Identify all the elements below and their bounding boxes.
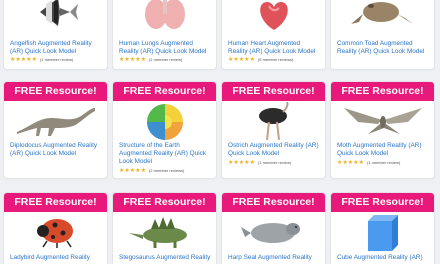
rating: ★ ★ ★ ★ ★ (1 member review) bbox=[119, 57, 182, 63]
star-rating: ★ ★ ★ ★ ★ bbox=[228, 160, 255, 166]
card-title[interactable]: Structure of the Earth Augmented Reality… bbox=[119, 142, 212, 166]
lungs-icon bbox=[113, 0, 216, 29]
free-resource-banner: FREE Resource! bbox=[4, 82, 107, 101]
resource-card-lungs[interactable]: Human Lungs Augmented Reality (AR) Quick… bbox=[113, 0, 216, 69]
rating: ★ ★ ★ ★ ★ (1 member review) bbox=[228, 160, 291, 166]
card-title[interactable]: Harp Seal Augmented Reality bbox=[228, 254, 321, 262]
free-resource-banner: FREE Resource! bbox=[331, 82, 434, 101]
review-count[interactable]: (1 member review) bbox=[367, 160, 400, 166]
resource-card-ostrich[interactable]: FREE Resource! Ostrich Augmented Reality… bbox=[222, 82, 325, 178]
star-icon: ★ bbox=[249, 159, 255, 166]
star-icon: ★ bbox=[31, 56, 37, 63]
review-count[interactable]: (1 member review) bbox=[258, 160, 291, 166]
card-title[interactable]: Moth Augmented Reality (AR) Quick Look M… bbox=[337, 142, 430, 158]
resource-card-heart[interactable]: Human Heart Augmented Reality (AR) Quick… bbox=[222, 0, 325, 69]
rating: ★ ★ ★ ★ ★ (2 member reviews) bbox=[119, 168, 184, 174]
free-resource-banner: FREE Resource! bbox=[113, 82, 216, 101]
toad-icon bbox=[331, 0, 434, 28]
card-title[interactable]: Ladybird Augmented Reality bbox=[10, 254, 103, 262]
star-rating: ★ ★ ★ ★ ★ bbox=[119, 57, 146, 63]
cube-icon bbox=[331, 213, 434, 251]
star-icon: ★ bbox=[140, 167, 146, 174]
star-rating: ★ ★ ★ ★ ★ bbox=[10, 57, 37, 63]
rating: ★ ★ ★ ★ ★ (1 member review) bbox=[10, 57, 73, 63]
ladybird-icon bbox=[4, 213, 107, 249]
angelfish-icon bbox=[4, 0, 107, 26]
resource-card-cube[interactable]: FREE Resource! Cube Augmented Reality (A… bbox=[331, 193, 434, 264]
stegosaurus-icon bbox=[113, 213, 216, 249]
resource-card-moth[interactable]: FREE Resource! Moth Augmented Reality (A… bbox=[331, 82, 434, 178]
resource-card-harp-seal[interactable]: FREE Resource! Harp Seal Augmented Reali… bbox=[222, 193, 325, 264]
moth-icon bbox=[331, 102, 434, 138]
harp-seal-icon bbox=[222, 213, 325, 249]
card-title[interactable]: Ostrich Augmented Reality (AR) Quick Loo… bbox=[228, 142, 321, 158]
star-rating: ★ ★ ★ ★ ★ bbox=[337, 160, 364, 166]
star-icon: ★ bbox=[358, 159, 364, 166]
card-title[interactable]: Stegosaurus Augmented Reality bbox=[119, 254, 212, 262]
resource-card-ladybird[interactable]: FREE Resource! Ladybird Augmented Realit… bbox=[4, 193, 107, 264]
free-resource-banner: FREE Resource! bbox=[113, 193, 216, 212]
resource-card-stegosaurus[interactable]: FREE Resource! Stegosaurus Augmented Rea… bbox=[113, 193, 216, 264]
free-resource-banner: FREE Resource! bbox=[4, 193, 107, 212]
resource-card-toad[interactable]: Common Toad Augmented Reality (AR) Quick… bbox=[331, 0, 434, 69]
free-resource-banner: FREE Resource! bbox=[331, 193, 434, 212]
star-rating: ★ ★ ★ ★ ★ bbox=[228, 57, 255, 63]
resource-card-earth-structure[interactable]: FREE Resource! Structure of the Earth Au… bbox=[113, 82, 216, 178]
review-count[interactable]: (2 member reviews) bbox=[149, 168, 184, 174]
diplodocus-icon bbox=[4, 102, 107, 138]
star-icon: ★ bbox=[249, 56, 255, 63]
free-resource-banner: FREE Resource! bbox=[222, 193, 325, 212]
rating: ★ ★ ★ ★ ★ (1 member review) bbox=[337, 160, 400, 166]
resource-card-angelfish[interactable]: Angelfish Augmented Reality (AR) Quick L… bbox=[4, 0, 107, 69]
card-title[interactable]: Common Toad Augmented Reality (AR) Quick… bbox=[337, 40, 430, 56]
rating: ★ ★ ★ ★ ★ (5 member reviews) bbox=[228, 57, 293, 63]
heart-icon bbox=[222, 0, 325, 30]
review-count[interactable]: (1 member review) bbox=[149, 57, 182, 63]
free-resource-banner: FREE Resource! bbox=[222, 82, 325, 101]
card-title[interactable]: Human Heart Augmented Reality (AR) Quick… bbox=[228, 40, 321, 56]
earth-structure-icon bbox=[113, 102, 216, 142]
star-icon: ★ bbox=[140, 56, 146, 63]
star-rating: ★ ★ ★ ★ ★ bbox=[119, 168, 146, 174]
review-count[interactable]: (5 member reviews) bbox=[258, 57, 293, 63]
review-count[interactable]: (1 member review) bbox=[40, 57, 73, 63]
ostrich-icon bbox=[222, 102, 325, 142]
card-title[interactable]: Human Lungs Augmented Reality (AR) Quick… bbox=[119, 40, 212, 56]
card-title[interactable]: Diplodocus Augmented Reality (AR) Quick … bbox=[10, 142, 103, 158]
card-title[interactable]: Cube Augmented Reality (AR) bbox=[337, 254, 430, 262]
resource-card-diplodocus[interactable]: FREE Resource! Diplodocus Augmented Real… bbox=[4, 82, 107, 178]
card-title[interactable]: Angelfish Augmented Reality (AR) Quick L… bbox=[10, 40, 103, 56]
